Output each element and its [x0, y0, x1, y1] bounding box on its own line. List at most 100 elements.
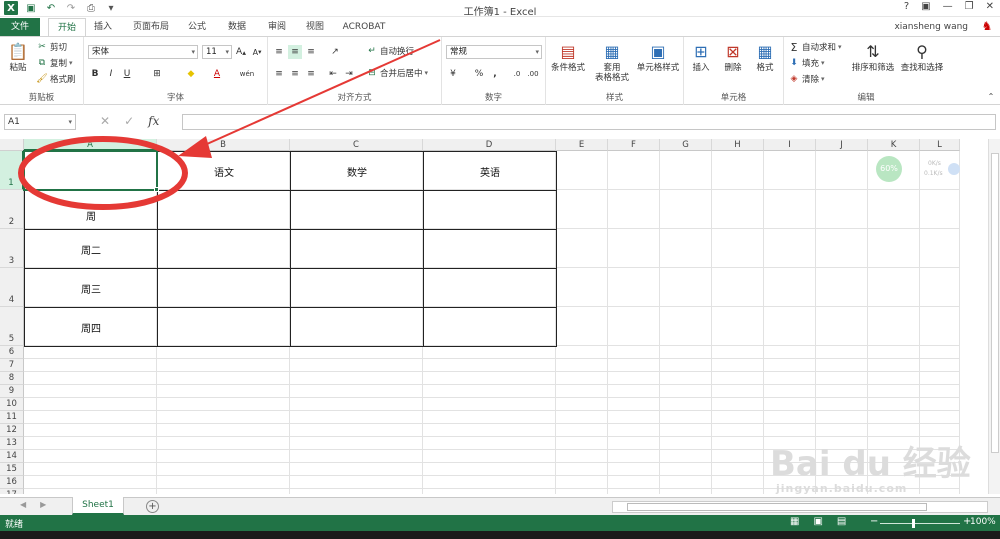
column-header-d[interactable]: D	[423, 139, 556, 151]
align-right-icon[interactable]: ≡	[304, 67, 318, 81]
cell-d2[interactable]	[423, 190, 557, 230]
user-name[interactable]: xiansheng wang	[894, 22, 968, 32]
copy-button[interactable]: ⧉ 复制 ▾	[36, 57, 73, 69]
row-header-14[interactable]: 14	[0, 450, 24, 463]
formula-input[interactable]	[182, 114, 996, 130]
clear-button[interactable]: ◈ 清除 ▾	[788, 73, 825, 85]
redo-icon[interactable]: ↷	[64, 1, 78, 15]
zoom-level[interactable]: 100%	[970, 517, 996, 527]
cell-styles-button[interactable]: ▣ 单元格样式	[634, 41, 682, 74]
column-header-c[interactable]: C	[290, 139, 423, 151]
horizontal-scroll-thumb[interactable]	[627, 503, 927, 511]
bold-button[interactable]: B	[88, 67, 102, 81]
underline-button[interactable]: U	[120, 67, 134, 81]
number-format-combo[interactable]: 常规 ▾	[446, 45, 542, 59]
tab-insert[interactable]: 插入	[88, 18, 118, 36]
fill-button[interactable]: ⬇ 填充 ▾	[788, 57, 824, 69]
tab-acrobat[interactable]: ACROBAT	[338, 18, 390, 36]
add-sheet-button[interactable]: +	[146, 500, 159, 513]
cell-b1[interactable]: 语文	[157, 151, 291, 191]
find-select-button[interactable]: ⚲ 查找和选择	[898, 41, 946, 74]
row-header-10[interactable]: 10	[0, 398, 24, 411]
align-center-icon[interactable]: ≡	[288, 67, 302, 81]
conditional-format-button[interactable]: ▤ 条件格式	[548, 41, 588, 74]
cell-c2[interactable]	[290, 190, 424, 230]
name-box[interactable]: A1 ▾	[4, 114, 76, 130]
decrease-decimal-icon[interactable]: .00	[526, 67, 540, 81]
next-sheet-icon[interactable]: ▶	[40, 500, 46, 509]
normal-view-icon[interactable]: ▦	[790, 516, 799, 527]
row-header-8[interactable]: 8	[0, 372, 24, 385]
orientation-icon[interactable]: ↗	[328, 45, 342, 59]
enter-icon[interactable]: ✓	[124, 114, 134, 128]
format-as-table-button[interactable]: ▦ 套用 表格格式	[590, 41, 634, 84]
print-preview-icon[interactable]: ⎙	[84, 1, 98, 15]
cell-c3[interactable]	[290, 229, 424, 269]
cell-a3[interactable]: 周二	[24, 229, 158, 269]
cancel-icon[interactable]: ✕	[100, 114, 110, 128]
row-header-12[interactable]: 12	[0, 424, 24, 437]
row-header-11[interactable]: 11	[0, 411, 24, 424]
align-bottom-icon[interactable]: ≡	[304, 45, 318, 59]
row-header-4[interactable]: 4	[0, 268, 24, 307]
cell-c4[interactable]	[290, 268, 424, 308]
ribbon-display-icon[interactable]: ▣	[921, 1, 930, 12]
font-name-combo[interactable]: 宋体 ▾	[88, 45, 198, 59]
align-left-icon[interactable]: ≡	[272, 67, 286, 81]
italic-button[interactable]: I	[104, 67, 118, 81]
row-header-6[interactable]: 6	[0, 346, 24, 359]
paste-button[interactable]: 📋 粘贴	[4, 41, 32, 74]
row-header-7[interactable]: 7	[0, 359, 24, 372]
row-header-17[interactable]: 17	[0, 489, 24, 494]
format-painter-button[interactable]: 🖌 格式刷	[36, 73, 75, 85]
undo-icon[interactable]: ↶	[44, 1, 58, 15]
zoom-slider-thumb[interactable]	[912, 519, 915, 528]
cell-b2[interactable]	[157, 190, 291, 230]
column-header-h[interactable]: H	[712, 139, 764, 151]
comma-button[interactable]: ,	[488, 67, 502, 81]
horizontal-scrollbar[interactable]	[612, 501, 988, 513]
cell-d5[interactable]	[423, 307, 557, 347]
column-header-l[interactable]: L	[920, 139, 960, 151]
increase-decimal-icon[interactable]: .0	[510, 67, 524, 81]
row-header-13[interactable]: 13	[0, 437, 24, 450]
cell-c5[interactable]	[290, 307, 424, 347]
percent-button[interactable]: %	[472, 67, 486, 81]
tab-review[interactable]: 审阅	[262, 18, 292, 36]
row-header-2[interactable]: 2	[0, 190, 24, 229]
cell-b3[interactable]	[157, 229, 291, 269]
grow-font-button[interactable]: A ▴	[234, 45, 248, 59]
wrap-text-button[interactable]: ↵ 自动换行	[366, 45, 414, 57]
tab-file[interactable]: 文件	[0, 18, 40, 36]
page-break-view-icon[interactable]: ▤	[837, 516, 846, 527]
tab-page-layout[interactable]: 页面布局	[126, 18, 176, 36]
border-button[interactable]: ⊞	[150, 67, 164, 81]
format-cells-button[interactable]: ▦ 格式	[750, 41, 780, 74]
currency-icon[interactable]: ¥	[446, 67, 460, 81]
font-size-combo[interactable]: 11 ▾	[202, 45, 232, 59]
column-header-i[interactable]: I	[764, 139, 816, 151]
zoom-out-icon[interactable]: −	[870, 516, 878, 527]
align-middle-icon[interactable]: ≡	[288, 45, 302, 59]
merge-center-button[interactable]: ⊟ 合并后居中 ▾	[366, 67, 428, 79]
minimize-icon[interactable]: —	[943, 1, 953, 12]
cell-d3[interactable]	[423, 229, 557, 269]
row-header-1[interactable]: 1	[0, 151, 24, 190]
tab-home[interactable]: 开始	[48, 18, 86, 37]
fill-color-button[interactable]: ◆	[184, 67, 198, 81]
page-layout-view-icon[interactable]: ▣	[813, 516, 822, 527]
column-header-j[interactable]: J	[816, 139, 868, 151]
cell-d4[interactable]	[423, 268, 557, 308]
shrink-font-button[interactable]: A ▾	[250, 45, 264, 59]
tab-formulas[interactable]: 公式	[182, 18, 212, 36]
phonetic-button[interactable]: wén	[240, 67, 254, 81]
delete-cells-button[interactable]: ⊠ 删除	[718, 41, 748, 74]
cell-c1[interactable]: 数学	[290, 151, 424, 191]
row-header-16[interactable]: 16	[0, 476, 24, 489]
sort-filter-button[interactable]: ⇅ 排序和筛选	[850, 41, 896, 74]
restore-icon[interactable]: ❐	[965, 1, 974, 12]
cell-b4[interactable]	[157, 268, 291, 308]
collapse-ribbon-icon[interactable]: ⌃	[984, 89, 998, 103]
vertical-scroll-thumb[interactable]	[991, 153, 999, 453]
select-all-corner[interactable]	[0, 139, 24, 151]
